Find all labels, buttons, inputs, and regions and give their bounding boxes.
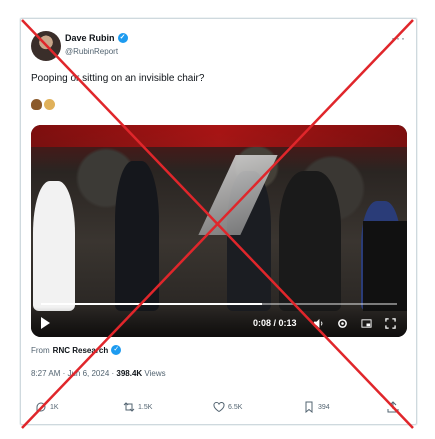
bookmark-button[interactable]: 394 xyxy=(303,401,330,413)
video-controls xyxy=(31,307,407,337)
author-name[interactable]: Dave Rubin xyxy=(65,33,115,43)
volume-icon[interactable] xyxy=(313,318,324,329)
reply-button[interactable]: 1K xyxy=(35,401,59,413)
author-handle[interactable]: @RubinReport xyxy=(65,47,118,56)
tweet-text: Pooping or sitting on an invisible chair… xyxy=(31,73,205,84)
video-player[interactable]: 0:08 / 0:13 xyxy=(31,125,407,337)
settings-gear-icon[interactable] xyxy=(337,318,348,329)
reply-icon xyxy=(36,402,46,413)
source-prefix: From xyxy=(31,345,50,355)
views-count: 398.4K xyxy=(116,369,143,378)
author-line[interactable]: Dave Rubin ✓ xyxy=(65,33,128,43)
source-name[interactable]: RNC Research xyxy=(53,346,109,355)
tweet-meta: 8:27 AM · Jun 6, 2024 · 398.4K Views xyxy=(31,369,166,378)
avatar[interactable] xyxy=(31,31,61,61)
post-date[interactable]: Jun 6, 2024 xyxy=(67,369,109,378)
tweet-header: Dave Rubin ✓ @RubinReport ··· xyxy=(31,31,406,65)
video-time: 0:08 / 0:13 xyxy=(253,318,297,328)
share-icon xyxy=(387,401,399,413)
video-progress-bar[interactable] xyxy=(41,303,397,305)
video-source: From RNC Research ✓ xyxy=(31,345,122,355)
share-button[interactable] xyxy=(387,401,399,413)
more-options-icon[interactable]: ··· xyxy=(391,31,406,45)
play-icon[interactable] xyxy=(41,317,50,329)
like-button[interactable]: 6.5K xyxy=(213,401,242,413)
fullscreen-icon[interactable] xyxy=(385,318,396,329)
video-figure xyxy=(115,161,159,311)
video-figure xyxy=(279,171,341,311)
repost-button[interactable]: 1.5K xyxy=(123,401,152,413)
video-background-banner xyxy=(31,125,407,147)
tweet-actions: 1K 1.5K 6.5K 394 xyxy=(31,401,406,415)
video-progress-fill xyxy=(41,303,262,305)
repost-icon xyxy=(123,402,135,412)
heart-icon xyxy=(213,401,225,413)
tweet-emojis xyxy=(31,99,55,110)
verified-badge-icon: ✓ xyxy=(111,345,122,355)
repost-count: 1.5K xyxy=(138,403,153,411)
reply-count: 1K xyxy=(50,403,59,411)
poop-emoji-icon xyxy=(31,99,42,110)
video-figure xyxy=(33,181,75,311)
post-time[interactable]: 8:27 AM xyxy=(31,369,60,378)
verified-badge-icon: ✓ xyxy=(117,33,128,43)
views-label: Views xyxy=(144,369,166,378)
video-podium xyxy=(363,221,407,311)
like-count: 6.5K xyxy=(228,403,243,411)
bookmark-count: 394 xyxy=(318,403,330,411)
picture-in-picture-icon[interactable] xyxy=(361,318,372,329)
tweet-card: Dave Rubin ✓ @RubinReport ··· Pooping or… xyxy=(20,18,417,425)
bookmark-icon xyxy=(305,401,313,413)
person-emoji-icon xyxy=(44,99,55,110)
